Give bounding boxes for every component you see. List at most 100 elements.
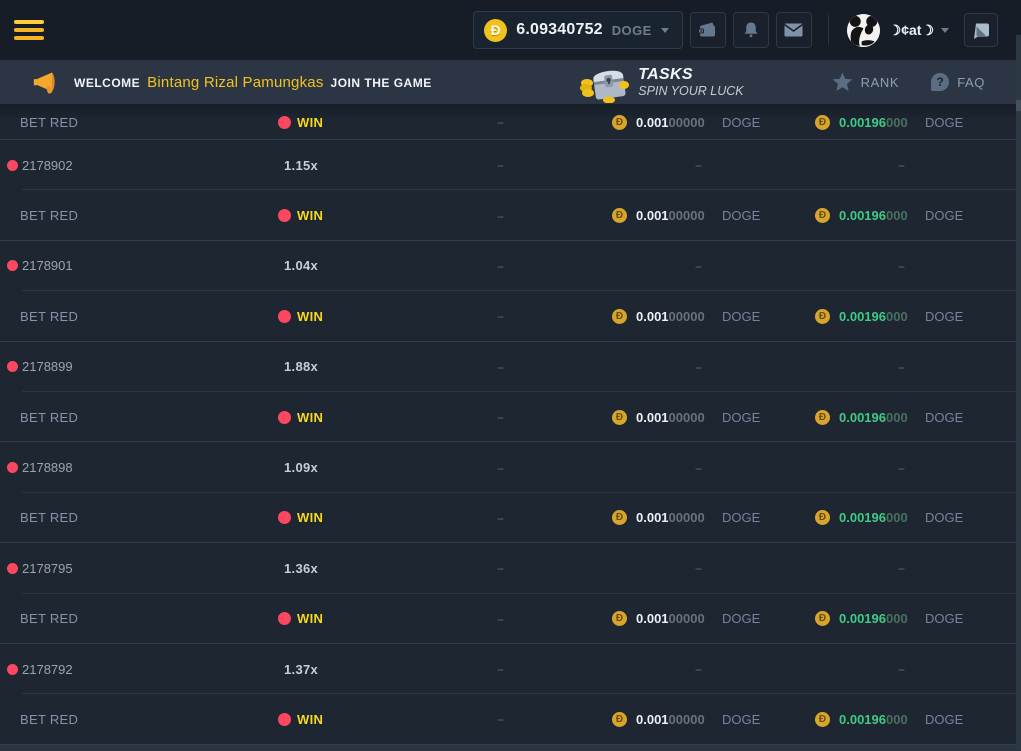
amount-main: 0.001 (636, 115, 669, 130)
tasks-title: TASKS (638, 66, 743, 84)
nav-item-rank[interactable]: RANK (832, 72, 900, 92)
balance-selector[interactable]: Đ 6.09340752 DOGE (473, 11, 682, 49)
top-bar: Đ 6.09340752 DOGE (0, 0, 1021, 60)
doge-coin-icon: Đ (612, 115, 627, 130)
amount-currency: DOGE (722, 309, 760, 324)
multiplier-cell: 1.09x (278, 460, 440, 475)
bet-result: WIN (297, 115, 323, 130)
round-id: 2178795 (22, 561, 73, 576)
wallet-icon (698, 21, 718, 39)
bet-profit-cell: Đ 0.00196000 DOGE (810, 309, 1021, 324)
multiplier-cell: 1.04x (278, 258, 440, 273)
rank-label: RANK (861, 75, 900, 90)
bet-row[interactable]: BET RED WIN -- Đ 0.00100000 DOGE Đ 0.001… (0, 190, 1021, 240)
hamburger-bar (14, 28, 44, 32)
amount-main: 0.001 (636, 611, 669, 626)
amount-dim: 00000 (669, 510, 705, 525)
bet-label-cell: BET RED (0, 611, 278, 626)
round-row[interactable]: 2178792 1.37x -- -- -- (0, 644, 1021, 694)
multiplier-cell: 1.37x (278, 662, 440, 677)
placeholder-dash: -- (497, 209, 503, 223)
profit-currency: DOGE (925, 410, 963, 425)
profit-currency: DOGE (925, 611, 963, 626)
chat-button[interactable] (964, 13, 998, 47)
nav-item-faq[interactable]: ? FAQ (931, 73, 985, 91)
doge-coin-icon: Đ (612, 611, 627, 626)
placeholder-dash: -- (898, 662, 904, 676)
amount-main: 0.001 (636, 309, 669, 324)
empty-cell: -- (440, 662, 560, 676)
bet-result: WIN (297, 611, 323, 626)
profit-currency: DOGE (925, 309, 963, 324)
menu-hamburger-icon[interactable] (14, 20, 44, 40)
round-id-cell: 2178795 (0, 561, 278, 576)
round-id: 2178792 (22, 662, 73, 677)
bet-amount-cell: Đ 0.00100000 DOGE (560, 309, 810, 324)
wallet-button[interactable] (690, 12, 726, 48)
multiplier-cell: 1.15x (278, 158, 440, 173)
round-row[interactable]: 2178899 1.88x -- -- -- (0, 342, 1021, 392)
empty-cell: -- (560, 259, 810, 273)
bet-label: BET RED (20, 410, 78, 425)
multiplier-value: 1.04x (284, 258, 318, 273)
bet-history: BET RED WIN -- Đ 0.00100000 DOGE Đ 0.001… (0, 104, 1021, 745)
bell-icon (742, 21, 760, 39)
bet-row[interactable]: BET RED WIN -- Đ 0.00100000 DOGE Đ 0.001… (0, 493, 1021, 543)
placeholder-dash: -- (898, 360, 904, 374)
bet-row[interactable]: BET RED WIN -- Đ 0.00100000 DOGE Đ 0.001… (0, 594, 1021, 644)
bet-amount: 0.00100000 (636, 309, 714, 324)
bet-amount-cell: Đ 0.00100000 DOGE (560, 510, 810, 525)
doge-coin-icon: Đ (815, 712, 830, 727)
round-row[interactable]: 2178901 1.04x -- -- -- (0, 241, 1021, 291)
round-row[interactable]: 2178902 1.15x -- -- -- (0, 140, 1021, 190)
faq-label: FAQ (957, 75, 985, 90)
bet-row[interactable]: BET RED WIN -- Đ 0.00100000 DOGE Đ 0.001… (0, 104, 1021, 140)
messages-button[interactable] (776, 12, 812, 48)
round-row[interactable]: 2178795 1.36x -- -- -- (0, 543, 1021, 593)
chevron-down-icon[interactable] (941, 28, 949, 33)
bet-result-cell: WIN (278, 510, 440, 525)
round-id-cell: 2178792 (0, 662, 278, 677)
red-dot-icon (7, 361, 18, 372)
multiplier-cell: 1.36x (278, 561, 440, 576)
placeholder-dash: -- (497, 612, 503, 626)
tasks-banner[interactable]: TASKS SPIN YOUR LUCK (579, 61, 743, 103)
multiplier-value: 1.15x (284, 158, 318, 173)
round-row[interactable]: 2178898 1.09x -- -- -- (0, 442, 1021, 492)
bet-row[interactable]: BET RED WIN -- Đ 0.00100000 DOGE Đ 0.001… (0, 694, 1021, 744)
profit-main: 0.00196 (839, 208, 886, 223)
multiplier-value: 1.88x (284, 359, 318, 374)
empty-cell: -- (440, 259, 560, 273)
placeholder-dash: -- (497, 360, 503, 374)
scrollbar-thumb[interactable] (1016, 100, 1021, 111)
bet-result-cell: WIN (278, 115, 440, 130)
doge-coin-icon: Đ (815, 115, 830, 130)
round-id: 2178902 (22, 158, 73, 173)
username[interactable]: ☽¢at☽ (889, 22, 934, 39)
round-id: 2178898 (22, 460, 73, 475)
placeholder-dash: -- (898, 461, 904, 475)
welcome-prefix: WELCOME (74, 76, 140, 90)
empty-cell: -- (440, 612, 560, 626)
hamburger-bar (14, 20, 44, 24)
red-dot-icon (278, 612, 291, 625)
placeholder-dash: -- (497, 561, 503, 575)
amount-currency: DOGE (722, 115, 760, 130)
amount-currency: DOGE (722, 208, 760, 223)
bet-result-cell: WIN (278, 712, 440, 727)
red-dot-icon (278, 209, 291, 222)
bet-row[interactable]: BET RED WIN -- Đ 0.00100000 DOGE Đ 0.001… (0, 392, 1021, 442)
notifications-button[interactable] (733, 12, 769, 48)
doge-coin-icon: Đ (815, 410, 830, 425)
bet-result: WIN (297, 410, 323, 425)
empty-cell: -- (440, 712, 560, 726)
avatar[interactable] (847, 14, 880, 47)
scrollbar-track[interactable] (1016, 35, 1021, 750)
amount-main: 0.001 (636, 712, 669, 727)
balance-currency: DOGE (612, 23, 652, 38)
empty-cell: -- (560, 158, 810, 172)
bet-profit-cell: Đ 0.00196000 DOGE (810, 510, 1021, 525)
bet-row[interactable]: BET RED WIN -- Đ 0.00100000 DOGE Đ 0.001… (0, 291, 1021, 341)
round-id-cell: 2178899 (0, 359, 278, 374)
amount-currency: DOGE (722, 611, 760, 626)
